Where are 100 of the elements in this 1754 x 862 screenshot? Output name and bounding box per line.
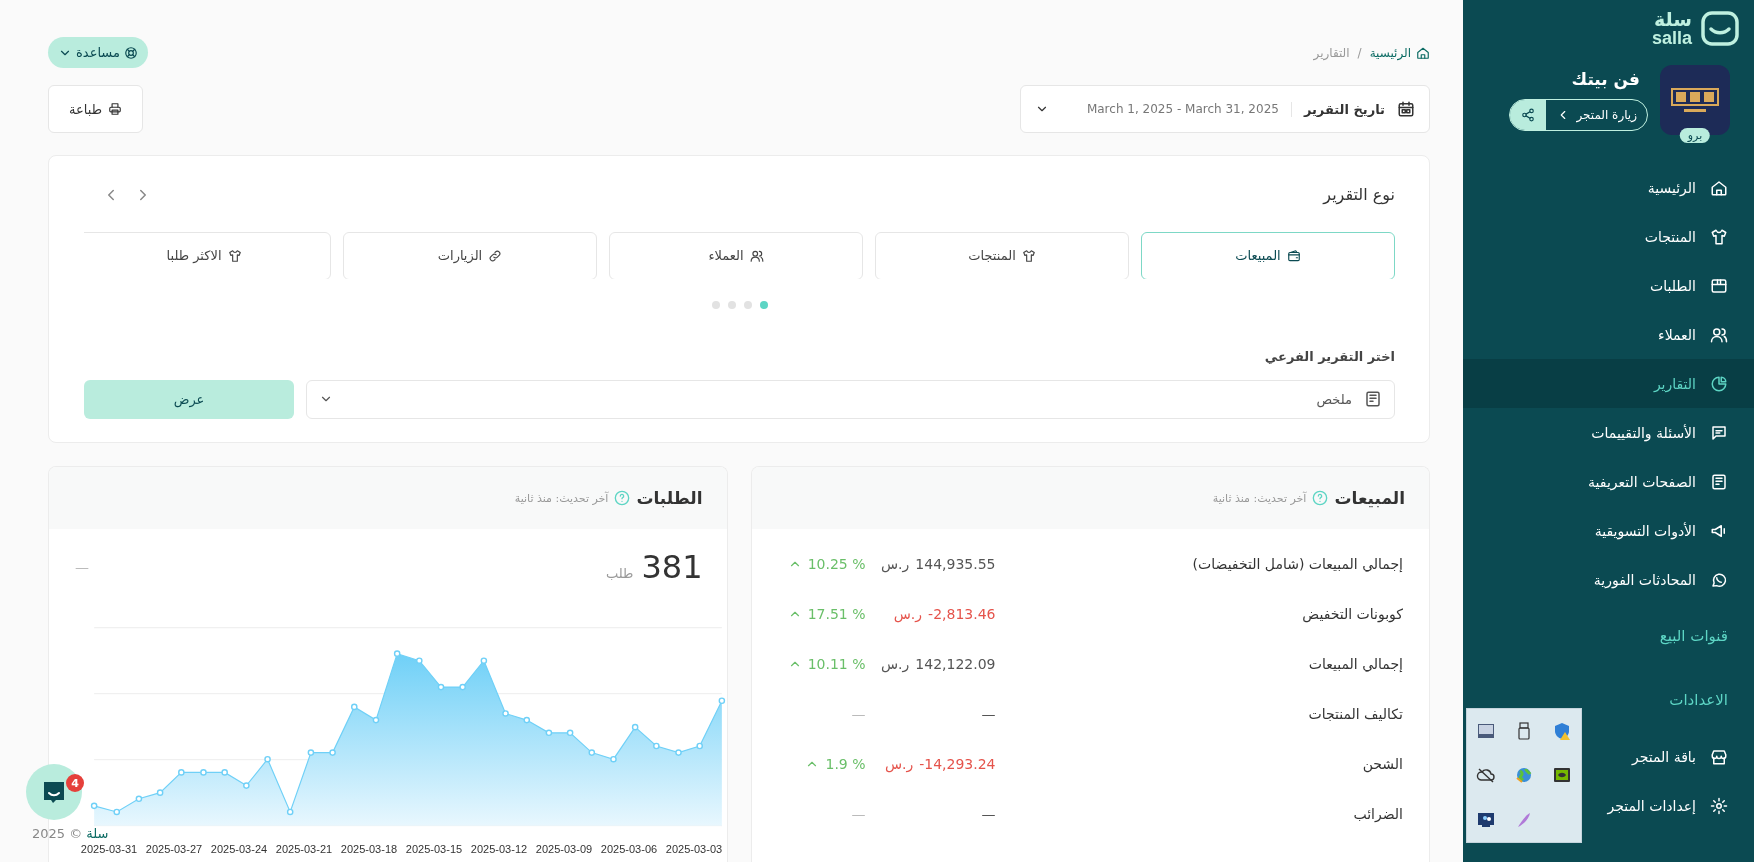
data-point bbox=[588, 749, 595, 756]
metric-label: كوبونات التخفيض bbox=[1301, 606, 1403, 622]
sidebar-item[interactable]: المحادثات الفورية bbox=[1463, 555, 1754, 604]
breadcrumb-current: التقارير bbox=[1313, 45, 1350, 60]
bag-logo-icon bbox=[1700, 8, 1740, 48]
link-icon bbox=[488, 248, 503, 263]
metric-label: إجمالي المبيعات (شامل التخفيضات) bbox=[1191, 556, 1403, 572]
store-name: فن بيتك bbox=[1571, 69, 1641, 89]
last-updated: آخر تحديث: منذ ثانية bbox=[1212, 491, 1307, 505]
report-tab[interactable]: الاكثر طلبا bbox=[84, 231, 331, 279]
data-point bbox=[90, 802, 97, 810]
data-point bbox=[177, 769, 185, 776]
home-icon bbox=[1416, 45, 1430, 60]
nav-section-title: قنوات البيع bbox=[1659, 626, 1728, 647]
store-icon bbox=[1710, 747, 1728, 766]
sidebar-item[interactable]: الطلبات bbox=[1463, 261, 1754, 310]
help-icon bbox=[614, 490, 631, 506]
nav-section-title: الاعدادات bbox=[1669, 690, 1728, 711]
share-icon bbox=[1521, 108, 1536, 122]
share-button[interactable] bbox=[1510, 100, 1547, 130]
brand-name: salla bbox=[1651, 28, 1692, 47]
data-point bbox=[718, 697, 725, 705]
box-icon bbox=[1710, 276, 1728, 295]
data-point bbox=[652, 742, 660, 750]
unit-label: طلب bbox=[606, 566, 634, 581]
data-point bbox=[328, 749, 336, 756]
metric-value: 144,935.55 bbox=[915, 556, 996, 572]
change-value: 10.25 % bbox=[807, 556, 866, 572]
data-point bbox=[307, 749, 314, 756]
axis-label: 2025-03-27 bbox=[144, 843, 204, 855]
data-point bbox=[415, 657, 423, 664]
pager-dot[interactable] bbox=[711, 300, 720, 309]
data-point bbox=[372, 716, 379, 724]
data-point bbox=[112, 808, 120, 816]
help-button[interactable]: مساعدة bbox=[48, 37, 148, 68]
users-icon bbox=[1710, 325, 1728, 344]
data-point bbox=[545, 729, 552, 737]
sidebar-item[interactable]: التقارير bbox=[1463, 359, 1754, 408]
change-value: — bbox=[851, 806, 866, 822]
axis-label: 2025-03-09 bbox=[534, 843, 594, 855]
sidebar-item[interactable]: الأدوات التسويقية bbox=[1463, 506, 1754, 555]
globe-icon[interactable] bbox=[1514, 765, 1534, 786]
copyright-text: © 2025 bbox=[32, 826, 83, 841]
page-icon bbox=[1710, 472, 1728, 491]
data-point bbox=[566, 729, 573, 737]
shirt-icon bbox=[1021, 248, 1036, 263]
data-point bbox=[501, 710, 509, 717]
axis-label: 2025-03-06 bbox=[599, 843, 659, 855]
currency-label: ر.س bbox=[881, 656, 910, 672]
report-tab[interactable]: العملاء bbox=[609, 231, 863, 279]
sidebar-item[interactable]: باقة المتجر bbox=[1463, 732, 1754, 781]
data-point bbox=[220, 769, 228, 776]
metric-value: -14,293.24 bbox=[919, 756, 996, 772]
metric-value: -2,813.46 bbox=[928, 606, 996, 622]
footer-link[interactable]: سلة bbox=[86, 826, 109, 841]
data-point bbox=[135, 795, 142, 803]
axis-label: 2025-03-15 bbox=[404, 843, 464, 855]
axis-label: 2025-03-24 bbox=[209, 843, 269, 855]
currency-label: ر.س bbox=[884, 756, 914, 772]
sub-report-select[interactable]: ملخص bbox=[306, 379, 1395, 419]
sidebar-item[interactable]: الرئيسية bbox=[1463, 163, 1754, 212]
sidebar-item[interactable]: الأسئلة والتقييمات bbox=[1463, 408, 1754, 457]
sidebar-item[interactable]: المنتجات bbox=[1463, 212, 1754, 261]
home-icon bbox=[1710, 178, 1728, 197]
axis-label: 2025-03-12 bbox=[469, 843, 529, 855]
data-point bbox=[609, 755, 617, 763]
print-button[interactable]: طباعة bbox=[48, 85, 143, 133]
change-value: 17.51 % bbox=[807, 606, 866, 622]
axis-label: 2025-03-18 bbox=[339, 843, 399, 855]
data-point bbox=[674, 749, 682, 756]
settings-icon bbox=[1710, 796, 1728, 815]
report-tab[interactable]: الزيارات bbox=[343, 231, 597, 279]
shield-warning-icon[interactable] bbox=[1552, 721, 1572, 742]
breadcrumb-link[interactable]: الرئيسية bbox=[1369, 45, 1430, 60]
wallet-icon bbox=[1286, 248, 1301, 263]
change-value: — bbox=[851, 706, 866, 722]
pager-dot[interactable] bbox=[727, 300, 736, 309]
sidebar-item[interactable]: العملاء bbox=[1463, 310, 1754, 359]
printer-icon bbox=[108, 102, 122, 116]
orders-total: 381 bbox=[641, 548, 703, 586]
sidebar-item[interactable]: إعدادات المتجر bbox=[1463, 781, 1754, 830]
pager-dot[interactable] bbox=[743, 300, 752, 309]
data-point bbox=[263, 755, 271, 763]
card-title: الطلبات bbox=[636, 488, 703, 508]
show-button[interactable]: عرض bbox=[84, 379, 294, 419]
data-point bbox=[350, 703, 358, 711]
metric-value: — bbox=[981, 806, 996, 822]
brand-name: سلة bbox=[1654, 9, 1692, 29]
pie-chart-icon bbox=[1710, 374, 1728, 393]
message-icon bbox=[1710, 423, 1728, 442]
currency-label: ر.س bbox=[881, 556, 910, 572]
sidebar-item[interactable]: الصفحات التعريفية bbox=[1463, 457, 1754, 506]
data-point bbox=[156, 789, 163, 796]
report-tab[interactable]: المنتجات bbox=[875, 231, 1129, 279]
data-point bbox=[695, 742, 703, 750]
axis-label: 2025-03-31 bbox=[79, 843, 139, 855]
pager-dot[interactable] bbox=[759, 300, 768, 309]
plan-badge: برو bbox=[1679, 128, 1711, 143]
metric-label: الضرائب bbox=[1352, 806, 1403, 822]
report-tab[interactable]: المبيعات bbox=[1141, 231, 1395, 279]
